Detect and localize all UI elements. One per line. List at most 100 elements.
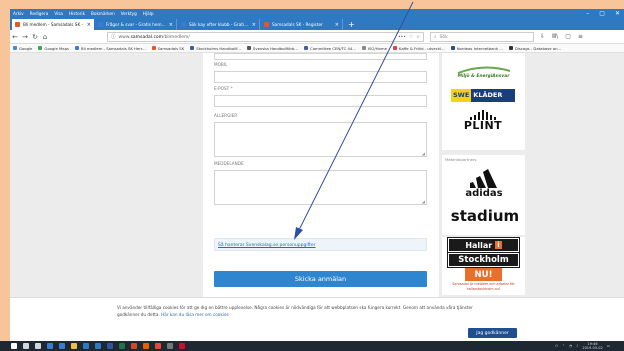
tab-sok-klubb[interactable]: Sök kay efter klubb - Gratis hem × [178, 19, 260, 30]
search-input[interactable]: ⌕ Sök [430, 32, 534, 42]
bookmark-star-icon[interactable]: ☆ [416, 35, 420, 40]
privacy-link[interactable]: Så hanterar Svenskalag.se personuppgifte… [218, 243, 316, 248]
close-tab-icon[interactable]: × [335, 22, 339, 28]
stockholm-text: Stockholm [458, 255, 509, 265]
bookmark-label: Svenska Handbollförb... [252, 45, 299, 51]
edge-taskbar-button[interactable] [44, 341, 56, 351]
allergier-textarea[interactable]: ◢ [214, 122, 427, 157]
resize-grip-icon[interactable]: ◢ [422, 151, 425, 156]
mobil-field[interactable] [214, 71, 427, 83]
tab-bli-medlem[interactable]: Bli medlem - Samsadals SK - × [12, 19, 94, 30]
close-tab-icon[interactable]: × [252, 22, 256, 28]
new-tab-button[interactable]: + [344, 19, 359, 30]
meddelande-textarea[interactable]: ◢ [214, 170, 427, 205]
word-taskbar-button[interactable] [104, 341, 116, 351]
menu-hjalp[interactable]: Hjälp [143, 10, 154, 17]
bookmark-cen[interactable]: Committee CEN/TC 44... [304, 46, 356, 51]
search-placeholder: Sök [439, 34, 448, 40]
maximize-button[interactable]: ▢ [599, 10, 605, 17]
sweklader-logo[interactable]: SWE KLÄDER [451, 89, 515, 102]
navigation-bar: ← → ↻ ⌂ ⓘ www. samsadal.com/blimedlem/ ••… [10, 30, 624, 44]
windows-taskbar: ⚇ ⌃ ◔ ♪ 19:46 2019-05-02 ▭ [0, 341, 624, 351]
chevron-up-icon[interactable]: ⌃ [562, 344, 565, 348]
task-view-taskbar-button[interactable] [32, 341, 44, 351]
close-tab-icon[interactable]: × [169, 22, 173, 28]
cookie-text-end: godkänner du detta. [117, 312, 160, 317]
menu-verktyg[interactable]: Verktyg [121, 10, 137, 17]
back-arrow-icon[interactable]: ← [10, 33, 20, 41]
resize-grip-icon[interactable]: ◢ [422, 199, 425, 204]
bookmark-svenska-handboll[interactable]: Svenska Handbollförb... [246, 45, 299, 51]
downloads-icon[interactable]: ⇩ [540, 32, 545, 42]
email-field[interactable] [214, 95, 427, 107]
bookmark-google-maps[interactable]: Google Maps [38, 46, 69, 51]
minimize-button[interactable]: – [586, 10, 589, 17]
menu-historik[interactable]: Historik [69, 10, 85, 17]
address-bar[interactable]: ⓘ www. samsadal.com/blimedlem/ ••• ♡ ☆ [107, 32, 424, 42]
forward-arrow-icon[interactable]: → [20, 33, 30, 41]
firefox-taskbar-button[interactable] [140, 341, 152, 351]
excel-taskbar-button[interactable] [116, 341, 128, 351]
mail-taskbar-button[interactable] [80, 341, 92, 351]
search-taskbar-button[interactable] [20, 341, 32, 351]
pocket-icon[interactable]: ♡ [409, 35, 413, 40]
window-controls: – ▢ ✕ [586, 10, 620, 17]
tab-strip: Bli medlem - Samsadals SK - × Frågor & s… [12, 18, 359, 30]
bookmark-stockholms-handboll[interactable]: Stockholms Handbollf... [190, 46, 241, 51]
taskbar-clock[interactable]: 19:46 2019-05-02 [582, 342, 602, 350]
bookmark-samsadals[interactable]: Samsadals SK [151, 45, 185, 51]
site-icon [246, 46, 251, 50]
chrome-taskbar-button[interactable] [152, 341, 164, 351]
previous-field[interactable] [214, 53, 427, 60]
info-icon[interactable]: ⓘ [111, 34, 116, 40]
network-icon[interactable]: ◔ [569, 344, 572, 348]
store-taskbar-button[interactable] [56, 341, 68, 351]
sidebar-toggle-icon[interactable]: ▢ [565, 32, 571, 42]
tab-register[interactable]: Samsadals SK - Register × [261, 19, 343, 30]
library-icon[interactable]: Ⅲ\ [552, 32, 558, 42]
bookmark-kaffe[interactable]: Kaffe & Fritid - utveckl... [392, 46, 445, 51]
bookmark-label: Samsadals SK [157, 45, 185, 51]
accept-cookies-button[interactable]: Jag godkänner [468, 328, 517, 338]
reload-icon[interactable]: ↻ [30, 33, 40, 41]
bookmark-nordea[interactable]: Nordeas Internetbank ... [450, 46, 503, 51]
stadium-logo[interactable]: stadium [447, 208, 523, 225]
discogs-icon [508, 46, 513, 50]
menu-visa[interactable]: Visa [54, 10, 63, 17]
submit-button[interactable]: Skicka anmälan [214, 271, 427, 287]
adidas-logo[interactable]: adidas [460, 168, 508, 202]
close-tab-icon[interactable]: × [87, 22, 91, 28]
powerpoint-taskbar-button[interactable] [128, 341, 140, 351]
home-icon[interactable]: ⌂ [40, 33, 50, 41]
notifications-icon[interactable]: ▭ [607, 344, 610, 348]
hallar-stockholm-logo[interactable]: Hallar i Stockholm NU! Samsadal är medle… [447, 237, 520, 294]
acrobat-taskbar-button[interactable] [176, 341, 188, 351]
mail-icon [83, 343, 89, 349]
windows-taskbar-button[interactable] [8, 341, 20, 351]
plint-logo[interactable]: PLINT [460, 109, 506, 135]
miljo-energi-logo[interactable]: Miljö & EnergiAnsvar [452, 58, 515, 79]
browser-window: Arkiv Redigera Visa Historik Bokmärken V… [10, 9, 624, 341]
hallar-subtext: Samsadal är medlem och arbetar för halla… [452, 282, 515, 291]
menu-bokmarken[interactable]: Bokmärken [91, 10, 115, 17]
file-explorer-taskbar-button[interactable] [68, 341, 80, 351]
close-window-button[interactable]: ✕ [615, 10, 620, 17]
bookmark-bli-medlem[interactable]: Bli medlem - Samsadals SK Herr... [74, 46, 146, 51]
edge-icon [47, 343, 53, 349]
bookmark-iso[interactable]: ISO/Home [361, 46, 387, 51]
page-actions-icon[interactable]: ••• [398, 35, 406, 40]
menu-arkiv[interactable]: Arkiv [13, 10, 24, 17]
outlook-taskbar-button[interactable] [92, 341, 104, 351]
firefox-icon [143, 343, 149, 349]
cookie-info-link[interactable]: Här kan du läsa mer om cookies [161, 312, 229, 317]
hamburger-menu-icon[interactable]: ≡ [578, 32, 583, 42]
calculator-taskbar-button[interactable] [164, 341, 176, 351]
tab-fragor-svar[interactable]: Frågor & svar - Gratis hemsid × [95, 19, 177, 30]
volume-icon[interactable]: ♪ [576, 344, 578, 348]
menu-redigera[interactable]: Redigera [30, 10, 49, 17]
people-icon[interactable]: ⚇ [555, 344, 558, 348]
tab-title: Frågor & svar - Gratis hemsid [106, 22, 166, 27]
file-explorer-icon [71, 343, 77, 349]
bookmark-discogs[interactable]: Discogs - Database an... [508, 46, 561, 51]
bookmark-google[interactable]: Google [13, 46, 32, 51]
